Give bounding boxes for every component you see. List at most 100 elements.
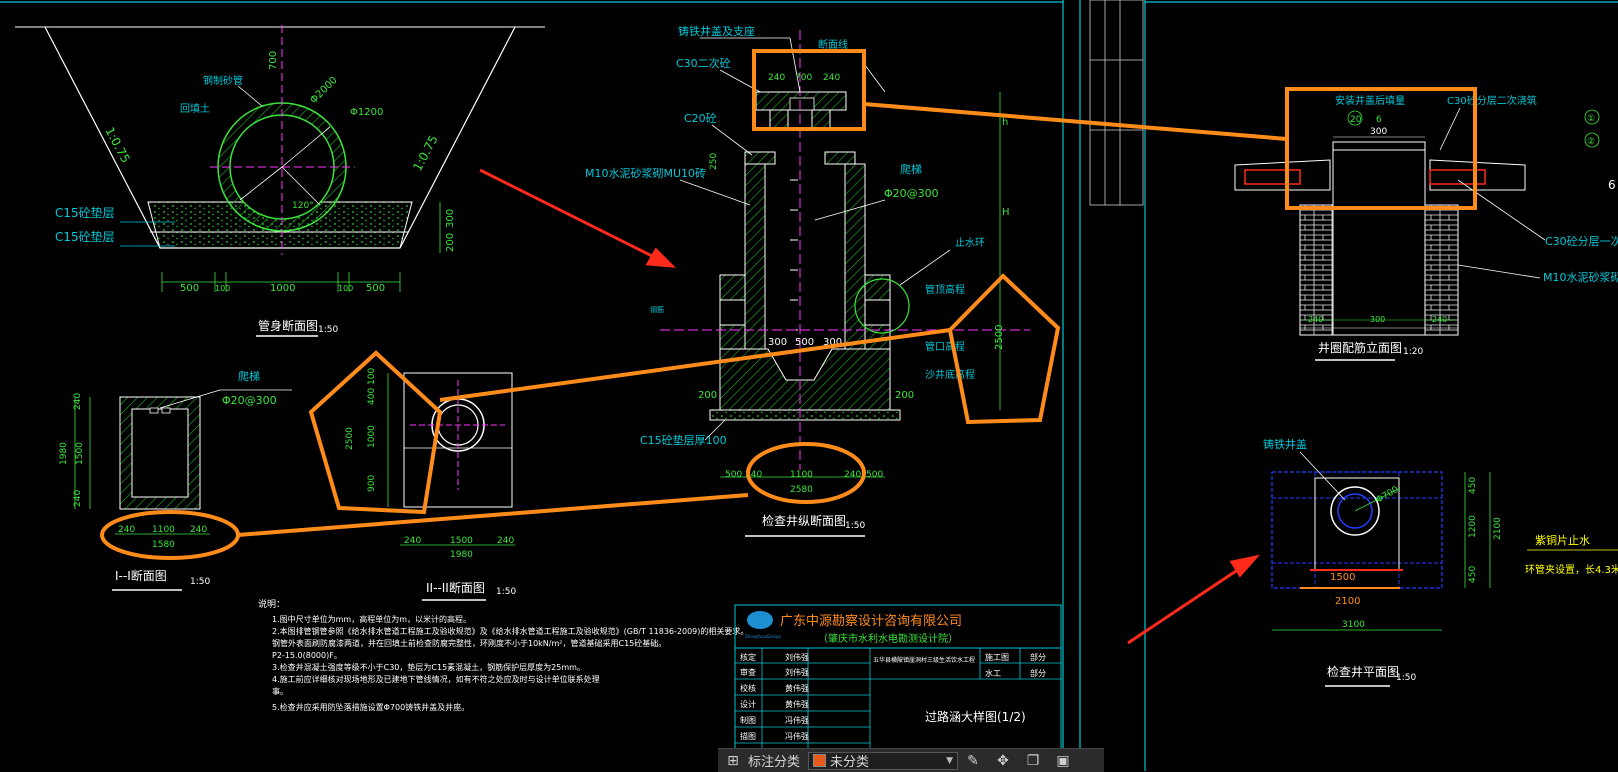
note-line-4: 3.检查井混凝土强度等级不小于C30，垫层为C15素混凝土，钢筋保护层厚度为25… [272,662,585,672]
copy-icon[interactable]: ❐ [1024,753,1042,769]
elev-dim-b2: 240 [1432,315,1447,324]
s22-dim-l1: 400 [367,388,377,405]
plan-title: 检查井平面图 [1327,664,1399,679]
label-cushion: C15砼垫层厚100 [640,433,727,447]
plan-dim-r2: 450 [1468,566,1478,583]
plan-dim-r1: 1200 [1468,515,1478,538]
well-dim-b0: 500 [725,470,742,480]
well-dim-s3: 2500 [994,325,1005,350]
company-subtitle: （肇庆市水利水电勘测设计院） [818,632,958,645]
label-mark: 钢筋 [650,305,664,314]
section-2-2-scale: 1:50 [496,587,516,597]
dim-l1: 1980 [59,442,69,465]
well-dim-m1: 500 [795,337,814,348]
label-pipe-bottom: 管口高程 [925,340,965,353]
well-section-title: 检查井纵断面图 [762,513,846,528]
ladder-spec: Φ20@300 [222,394,277,407]
plan-dim-r0: 450 [1468,477,1478,494]
cad-drawing-canvas[interactable]: 700 钢制砂管 回填土 Φ2000 Φ1200 120° 1:0.75 1:0… [0,0,1618,771]
row-4-a: 制图 [740,715,756,725]
well-dim-m0: 300 [768,337,787,348]
notes-heading: 说明： [258,598,285,610]
s11-total: 1580 [152,540,175,550]
label-backfill: 回填土 [180,102,210,115]
category-selected: 未分类 [830,755,870,770]
label-brick: M10水泥砂浆砌MU10砖 [585,166,706,180]
well-dim-t1: 700 [795,73,812,83]
elev-c30b: C30砼分层一次浇筑 [1545,234,1618,248]
row-0-v: 刘伟强 [785,652,809,662]
well-dim-b4: 500 [866,470,883,480]
plan-view[interactable]: 铸铁井盖 Φ700 450 1200 450 2100 紫铜片止水 环管夹设置，… [1263,437,1618,687]
well-dim-b2: 1100 [790,470,813,480]
dim-l3: 240 [73,490,83,507]
label-cushion-2: C15砼垫层 [55,229,115,244]
well-dim-b3: 240 [844,470,861,480]
project-name: 五华县横陂镇崖洞村三级生活饮水工程 [873,656,975,664]
label-cover: 铸铁井盖及支座 [678,24,755,38]
paste-icon[interactable]: ▣ [1054,753,1072,769]
elev-dim-top: 300 [1370,127,1387,137]
plan-dim-b0: 1500 [1330,572,1355,583]
elevation-view[interactable]: 安装井盖后填量 C30砼分层二次浇筑 20 6 ① ② 300 6 C30砼分层… [1234,94,1618,361]
elevation-scale: 1:20 [1403,347,1423,357]
s22-dim-l0: 100 [367,368,377,385]
logo-text: ZhongYuanDesign [745,634,782,639]
dim-l2: 1500 [75,442,85,465]
note-line-6: 事。 [272,686,288,696]
well-dim-right200: 200 [895,390,914,401]
label-pipe-top: 管顶高程 [925,283,965,296]
elev-dim-b1: 300 [1370,315,1385,324]
section-1-1-scale: 1:50 [190,577,210,587]
note-line-2: 钢管外表面刷防腐漆两道，并在回填土前检查防腐完整性，环刚度不小于10kN/m²，… [272,638,666,648]
plan-note-1: 紫铜片止水 [1535,533,1590,547]
row-3-a: 设计 [740,699,756,709]
label-ladder: 爬梯 [900,163,922,176]
label-cushion-1: C15砼垫层 [55,205,115,220]
stage-label-2: 水工 [985,668,1001,678]
plan-d: Φ700 [1375,485,1401,506]
plan-dim-b1: 2100 [1335,596,1360,607]
dim-l0: 240 [73,393,83,410]
s22-dim-l4: 900 [367,475,377,492]
well-dim-t0: 240 [768,73,785,83]
row-2-v: 黄伟强 [785,683,809,693]
well-dim-s1: h [1002,117,1008,128]
note-line-0: 1.图中尺寸单位为mm，高程单位为m，以米计的高程。 [272,614,471,624]
well-section-view[interactable]: 铸铁井盖及支座 C30二次砼 断面线 C20砼 M10水泥砂浆砌MU10砖 爬梯… [585,24,1030,537]
label-c30: C30二次砼 [676,56,731,70]
elev-num2: 20 [1350,115,1362,125]
row-1-v: 刘伟强 [785,667,809,677]
label-sand: 沙井底高程 [925,368,975,381]
row-4-v: 冯伟强 [785,715,809,725]
category-color-swatch [813,754,827,767]
well-dim-left200: 200 [698,390,717,401]
category-label: 标注分类 [748,755,801,770]
well-section-scale: 1:50 [845,521,865,531]
pipe-section-view[interactable]: 700 钢制砂管 回填土 Φ2000 Φ1200 120° 1:0.75 1:0… [15,25,545,337]
grid-icon[interactable]: ⊞ [724,753,742,769]
s22-dim-b0: 240 [404,536,421,546]
row-1-a: 审查 [740,667,756,677]
note-line-3: P2-15.0(8000)F。 [272,651,342,660]
move-icon[interactable]: ✥ [994,753,1012,769]
dim-b2: 1000 [270,283,295,294]
row-5-a: 描图 [740,731,756,741]
category-select[interactable]: 未分类 ▼ [808,751,959,770]
elev-c30a: C30砼分层二次浇筑 [1447,94,1537,107]
edit-icon[interactable]: ✎ [964,753,982,769]
well-dim-t2: 240 [823,73,840,83]
row-0-a: 核定 [740,652,756,662]
pipe-section-scale: 1:50 [318,325,338,335]
section-1-1-title: I--I断面图 [115,568,167,583]
company-logo [747,611,773,629]
markup-ellipse-left[interactable] [100,510,240,560]
row-2-a: 校核 [740,683,756,693]
plan-dim-total: 3100 [1342,620,1365,630]
pipe-section-title: 管身断面图 [258,318,318,333]
label-stopwater: 止水环 [955,237,985,249]
dim-b1: 100 [215,284,230,293]
label-d2: Φ1200 [350,107,383,118]
note-line-5: 4.施工前应详细核对现场地形及已建地下管线情况，如有不符之处应及时与设计单位联系… [272,674,600,684]
title-block[interactable]: ZhongYuanDesign 广东中源勘察设计咨询有限公司 （肇庆市水利水电勘… [734,604,1062,771]
